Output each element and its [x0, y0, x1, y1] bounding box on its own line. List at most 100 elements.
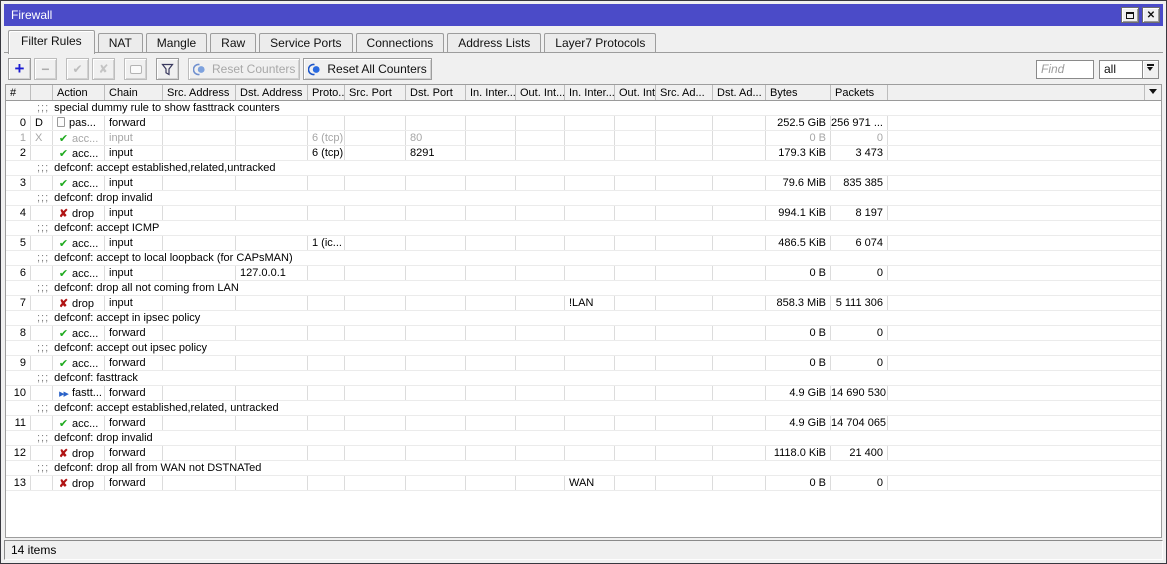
- cell-src_port: [345, 131, 406, 145]
- tab-raw[interactable]: Raw: [210, 33, 257, 53]
- column-header-out_interface[interactable]: Out. Int...: [516, 85, 565, 100]
- comment-row[interactable]: ;;; defconf: accept in ipsec policy: [6, 311, 1161, 326]
- cell-dst_address: [236, 131, 308, 145]
- rule-row-5[interactable]: 5 ✔ acc... input 1 (ic... 486.5 KiB 6 074: [6, 236, 1161, 251]
- find-input[interactable]: [1036, 59, 1094, 79]
- cell-out_interface_list: [615, 296, 656, 310]
- column-select-button[interactable]: [1144, 85, 1161, 100]
- comment-text: special dummy rule to show fasttrack cou…: [54, 102, 280, 114]
- reset-all-counters-button[interactable]: Reset All Counters: [303, 58, 432, 80]
- comment-row[interactable]: ;;; defconf: accept to local loopback (fo…: [6, 251, 1161, 266]
- cell-src_address_list: [656, 326, 713, 340]
- column-header-protocol[interactable]: Proto...: [308, 85, 345, 100]
- rule-row-0[interactable]: 0 Dpas... forward 252.5 GiB 256 971 ...: [6, 116, 1161, 131]
- maximize-button[interactable]: [1121, 7, 1139, 23]
- rule-row-3[interactable]: 3 ✔ acc... input 79.6 MiB 835 385: [6, 176, 1161, 191]
- column-header-dst_address[interactable]: Dst. Address: [236, 85, 308, 100]
- cell-chain: input: [105, 206, 163, 220]
- cell-action: ✔ acc...: [53, 266, 105, 280]
- column-header-src_address_list[interactable]: Src. Ad...: [656, 85, 713, 100]
- action-label: acc...: [72, 178, 99, 190]
- comment-row[interactable]: ;;; defconf: drop invalid: [6, 191, 1161, 206]
- cell-packets: 0: [831, 266, 888, 280]
- column-header-packets[interactable]: Packets: [831, 85, 888, 100]
- column-header-in_interface[interactable]: In. Inter...: [466, 85, 516, 100]
- cell-num: 9: [6, 356, 31, 370]
- cell-dst_address_list: [713, 131, 766, 145]
- filter-button[interactable]: [156, 58, 179, 80]
- tab-address-lists[interactable]: Address Lists: [447, 33, 542, 53]
- cell-packets: 14 704 065: [831, 416, 888, 430]
- rule-row-10[interactable]: 10 ▶▶ fastt... forward 4.9 GiB 14 690 530: [6, 386, 1161, 401]
- rule-row-2[interactable]: 2 ✔ acc... input 6 (tcp) 8291 179.3 KiB 3 473: [6, 146, 1161, 161]
- comment-row[interactable]: ;;; defconf: fasttrack: [6, 371, 1161, 386]
- drop-icon: ✘: [58, 208, 69, 220]
- column-header-chain[interactable]: Chain: [105, 85, 163, 100]
- counters-icon: [193, 63, 205, 75]
- find-scope-select[interactable]: all: [1099, 59, 1159, 79]
- tab-connections[interactable]: Connections: [355, 33, 445, 53]
- tab-layer7-protocols[interactable]: Layer7 Protocols: [544, 33, 657, 53]
- cell-dst_address_list: [713, 476, 766, 490]
- cell-out_interface: [516, 176, 565, 190]
- reset-all-counters-label: Reset All Counters: [327, 62, 427, 76]
- rule-row-7[interactable]: 7 ✘ drop input !LAN 858.3 MiB 5 111 306: [6, 296, 1161, 311]
- cell-protocol: [308, 206, 345, 220]
- tab-nat[interactable]: NAT: [97, 33, 143, 53]
- tab-mangle[interactable]: Mangle: [145, 33, 208, 53]
- comment-text: defconf: drop invalid: [54, 192, 153, 204]
- column-header-flags[interactable]: [31, 85, 53, 100]
- find-scope-dropdown-button[interactable]: [1142, 59, 1159, 79]
- cell-num: 11: [6, 416, 31, 430]
- cell-in_interface_list: [565, 386, 615, 400]
- rule-row-12[interactable]: 12 ✘ drop forward 1118.0 KiB 21 400: [6, 446, 1161, 461]
- column-header-src_port[interactable]: Src. Port: [345, 85, 406, 100]
- column-header-num[interactable]: #: [6, 85, 31, 100]
- rule-row-6[interactable]: 6 ✔ acc... input 127.0.0.1 0 B0: [6, 266, 1161, 281]
- cell-flags: [31, 236, 53, 250]
- tab-filter-rules[interactable]: Filter Rules: [8, 30, 95, 54]
- cell-protocol: 6 (tcp): [308, 131, 345, 145]
- firewall-window: Firewall ✕ Filter Rules NAT Mangle Raw Servi…: [0, 0, 1167, 564]
- rule-row-1[interactable]: 1 X ✔ acc... input 6 (tcp) 80 0 B0: [6, 131, 1161, 146]
- cell-flags: [31, 206, 53, 220]
- cell-out_interface_list: [615, 356, 656, 370]
- column-header-dst_address_list[interactable]: Dst. Ad...: [713, 85, 766, 100]
- remove-button: [34, 58, 57, 80]
- column-header-src_address[interactable]: Src. Address: [163, 85, 236, 100]
- tab-service-ports[interactable]: Service Ports: [259, 33, 353, 53]
- cell-dst_port: [406, 356, 466, 370]
- cell-in_interface_list: [565, 236, 615, 250]
- comment-row[interactable]: ;;; defconf: drop invalid: [6, 431, 1161, 446]
- reset-counters-label: Reset Counters: [212, 62, 296, 76]
- comment-prefix: ;;;: [37, 162, 50, 174]
- comment-row[interactable]: ;;; defconf: accept out ipsec policy: [6, 341, 1161, 356]
- comment-row[interactable]: ;;; defconf: drop all not coming from LAN: [6, 281, 1161, 296]
- comment-row[interactable]: ;;; defconf: accept established,related,u…: [6, 161, 1161, 176]
- cell-in_interface_list: !LAN: [565, 296, 615, 310]
- column-header-dst_port[interactable]: Dst. Port: [406, 85, 466, 100]
- column-header-in_interface_list[interactable]: In. Inter...: [565, 85, 615, 100]
- column-header-out_interface_list[interactable]: Out. Int...: [615, 85, 656, 100]
- add-button[interactable]: [8, 58, 31, 80]
- cell-out_interface: [516, 206, 565, 220]
- comment-row[interactable]: ;;; special dummy rule to show fasttrack …: [6, 101, 1161, 116]
- cell-action: ✔ acc...: [53, 236, 105, 250]
- column-header-bytes[interactable]: Bytes: [766, 85, 831, 100]
- cell-bytes: 4.9 GiB: [766, 416, 831, 430]
- comment-row[interactable]: ;;; defconf: accept ICMP: [6, 221, 1161, 236]
- rule-row-9[interactable]: 9 ✔ acc... forward 0 B0: [6, 356, 1161, 371]
- column-header-action[interactable]: Action: [53, 85, 105, 100]
- rule-row-11[interactable]: 11 ✔ acc... forward 4.9 GiB 14 704 065: [6, 416, 1161, 431]
- cell-in_interface_list: [565, 416, 615, 430]
- comment-row[interactable]: ;;; defconf: accept established,related, …: [6, 401, 1161, 416]
- cell-in_interface_list: [565, 356, 615, 370]
- cell-bytes: 486.5 KiB: [766, 236, 831, 250]
- rule-row-4[interactable]: 4 ✘ drop input 994.1 KiB 8 197: [6, 206, 1161, 221]
- comment-text: defconf: drop invalid: [54, 432, 153, 444]
- close-button[interactable]: ✕: [1142, 7, 1160, 23]
- comment-row[interactable]: ;;; defconf: drop all from WAN not DSTNAT…: [6, 461, 1161, 476]
- comment-text: defconf: accept established,related, unt…: [54, 402, 279, 414]
- rule-row-13[interactable]: 13 ✘ drop forward WAN 0 B0: [6, 476, 1161, 491]
- rule-row-8[interactable]: 8 ✔ acc... forward 0 B0: [6, 326, 1161, 341]
